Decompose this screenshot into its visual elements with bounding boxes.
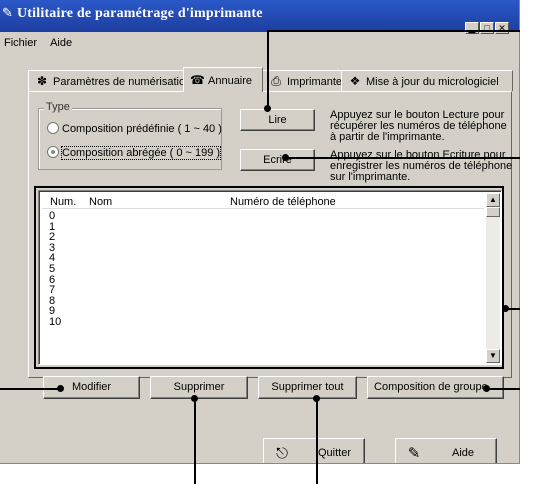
quit-button[interactable]: ⎋ Quitter [263, 438, 365, 463]
minimize-icon[interactable]: ▁ [465, 22, 479, 34]
callout-line [194, 398, 196, 484]
write-button[interactable]: Ecrire [240, 149, 315, 171]
delete-all-button[interactable]: Supprimer tout [258, 376, 357, 399]
maximize-icon[interactable]: □ [480, 22, 494, 34]
tab-firmware-update[interactable]: ❖ Mise à jour du micrologiciel [341, 70, 513, 91]
type-groupbox [38, 108, 222, 170]
callout-dot [313, 395, 320, 402]
menu-fichier[interactable]: Fichier [4, 37, 37, 49]
tab-label: Annuaire [208, 75, 253, 87]
callout-dot [264, 105, 271, 112]
read-hint: Appuyez sur le bouton Lecture pour récup… [330, 109, 507, 143]
callout-dot [57, 385, 64, 392]
window-title: Utilitaire de paramétrage d'imprimante [17, 6, 263, 21]
callout-dot [483, 385, 490, 392]
radio-button-icon[interactable] [47, 146, 59, 158]
radio-speed-dial[interactable]: Composition abrégée ( 0 ~ 199 ) [47, 146, 222, 160]
list-callout-frame [34, 186, 504, 369]
menu-bar: Fichier Aide [0, 37, 78, 51]
callout-line [487, 388, 520, 390]
help-button[interactable]: ✎ Aide [395, 438, 497, 463]
exit-icon: ⎋ [276, 445, 288, 462]
tab-label: Imprimante [287, 76, 343, 88]
radio-label: Composition prédéfinie ( 1 ~ 40 ) [62, 123, 222, 135]
type-legend: Type [44, 101, 72, 113]
tab-phonebook[interactable]: ☎ Annuaire [183, 67, 263, 92]
radio-label: Composition abrégée ( 0 ~ 199 ) [60, 146, 222, 160]
callout-line [267, 30, 269, 108]
radio-predefined-dial[interactable]: Composition prédéfinie ( 1 ~ 40 ) [47, 122, 222, 135]
callout-line [316, 398, 318, 484]
callout-line [0, 388, 60, 390]
delete-button[interactable]: Supprimer [150, 376, 248, 399]
tab-label: Paramètres de numérisation [53, 76, 192, 88]
help-book-icon: ✎ [407, 445, 421, 462]
callout-dot [191, 395, 198, 402]
scanner-icon: ✽ [36, 74, 48, 88]
printer-icon: ⎙ [271, 74, 281, 88]
radio-button-icon[interactable] [47, 122, 59, 134]
menu-aide[interactable]: Aide [50, 37, 72, 49]
callout-dot [282, 154, 289, 161]
callout-line [508, 308, 520, 310]
close-icon[interactable]: ✕ [495, 22, 509, 34]
title-bar[interactable]: ✎ Utilitaire de paramétrage d'imprimante… [0, 0, 519, 34]
callout-dot [502, 305, 509, 312]
printer-settings-icon: ✎ [2, 5, 13, 20]
tab-printer[interactable]: ⎙ Imprimante [262, 70, 342, 91]
read-button[interactable]: Lire [240, 109, 315, 131]
callout-line [267, 30, 520, 32]
tab-label: Mise à jour du micrologiciel [366, 76, 499, 88]
callout-line [286, 157, 520, 159]
help-label: Aide [452, 447, 475, 459]
phonebook-icon: ☎ [190, 73, 205, 87]
quit-label: Quitter [318, 447, 352, 459]
tab-scan-settings[interactable]: ✽ Paramètres de numérisation [28, 70, 191, 91]
firmware-icon: ❖ [349, 74, 361, 88]
write-hint: Appuyez sur le bouton Ecriture pour enre… [330, 149, 513, 183]
